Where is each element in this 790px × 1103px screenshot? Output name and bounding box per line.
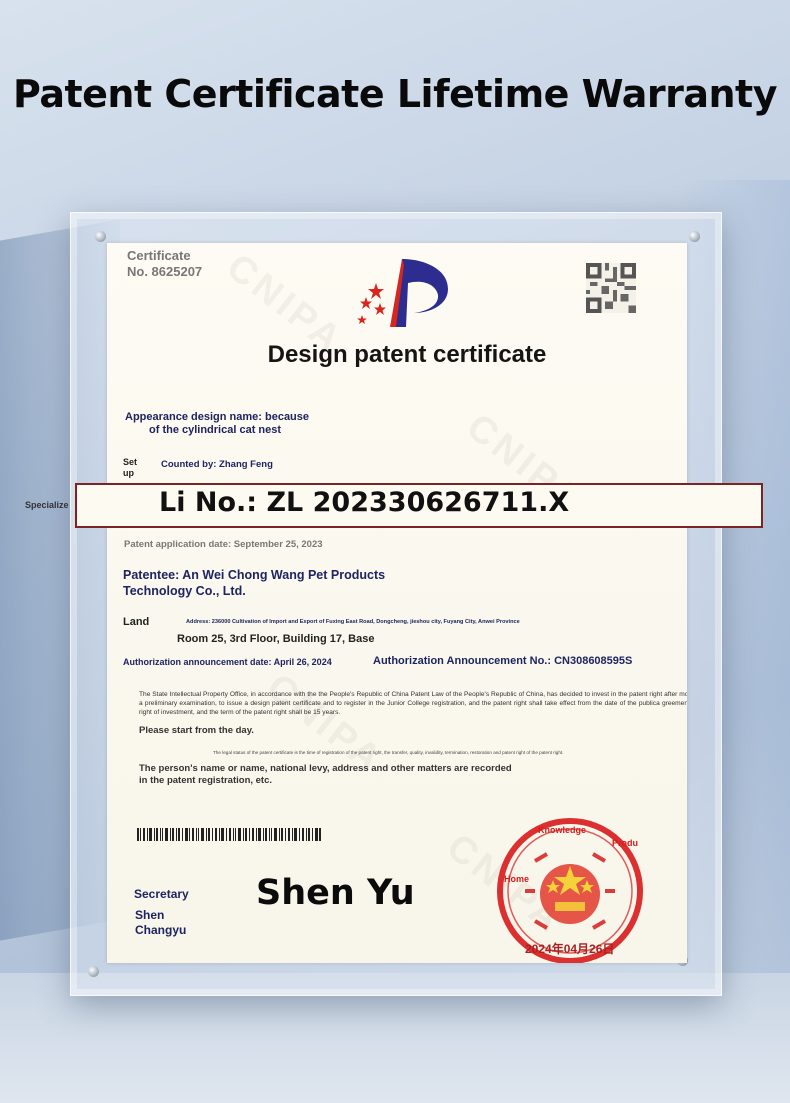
secretary-label: Secretary xyxy=(134,887,189,901)
room-address: Room 25, 3rd Floor, Building 17, Base xyxy=(177,633,375,645)
address: Address: 236000 Cultivation of Import an… xyxy=(186,619,520,625)
secretary-name: Shen Changyu xyxy=(135,908,186,938)
certificate-title: Design patent certificate xyxy=(267,341,547,368)
persons-note: The person's name or name, national levy… xyxy=(139,763,512,786)
frame-screw-icon xyxy=(689,231,700,242)
page-headline: Patent Certificate Lifetime Warranty xyxy=(13,72,778,116)
official-seal: Knowledge Produ Home 2024年04月26日 xyxy=(495,816,645,963)
application-date: Patent application date: September 25, 2… xyxy=(124,539,323,550)
authorization-number: Authorization Announcement No.: CN308608… xyxy=(373,655,633,667)
setup-label-line: Set xyxy=(123,457,138,467)
patent-number-band: Li No.: ZL 202330626711.X xyxy=(75,483,763,528)
seal-label: Knowledge xyxy=(538,825,587,835)
specialize-label: Specialize xyxy=(25,500,69,510)
design-name-line: of the cylindrical cat nest xyxy=(149,424,282,436)
certificate-label: Certificate xyxy=(127,248,191,263)
frame-screw-icon xyxy=(95,231,106,242)
counted-by: Counted by: Zhang Feng xyxy=(161,459,273,470)
certificate-number: Certificate No. 8625207 xyxy=(127,248,202,280)
setup-label: Set up xyxy=(123,457,137,479)
design-name: Appearance design name: because of the c… xyxy=(125,411,309,437)
secretary-name-line: Shen xyxy=(135,908,165,922)
barcode-icon xyxy=(137,828,321,841)
secretary-name-line: Changyu xyxy=(135,923,187,937)
seal-date: 2024年04月26日 xyxy=(525,942,615,956)
qr-code-icon xyxy=(586,263,636,313)
seal-label: Home xyxy=(504,874,530,884)
land-label: Land xyxy=(123,616,150,628)
certificate-body-text: The State Intellectual Property Office, … xyxy=(139,691,687,716)
patentee-line: Technology Co., Ltd. xyxy=(123,584,246,598)
please-start: Please start from the day. xyxy=(139,725,254,736)
patentee: Patentee: An Wei Chong Wang Pet Products… xyxy=(123,567,385,599)
frame-screw-icon xyxy=(88,966,99,977)
design-name-line: Appearance design name: because xyxy=(125,411,310,423)
patent-number: Li No.: ZL 202330626711.X xyxy=(159,487,570,518)
authorization-date: Authorization announcement date: April 2… xyxy=(123,657,332,667)
cnipa-logo-icon xyxy=(357,259,448,327)
certificate-number-value: No. 8625207 xyxy=(127,264,203,279)
signature: Shen Yu xyxy=(256,873,415,913)
certificate-paper: CNIPA CNIPA CNIPA CNIPA Certificate No. … xyxy=(107,243,687,963)
patentee-line: Patentee: An Wei Chong Wang Pet Products xyxy=(123,568,386,582)
seal-label: Produ xyxy=(612,838,638,848)
legal-status: The legal status of the patent certifica… xyxy=(213,750,564,755)
setup-label-line: up xyxy=(123,468,134,478)
